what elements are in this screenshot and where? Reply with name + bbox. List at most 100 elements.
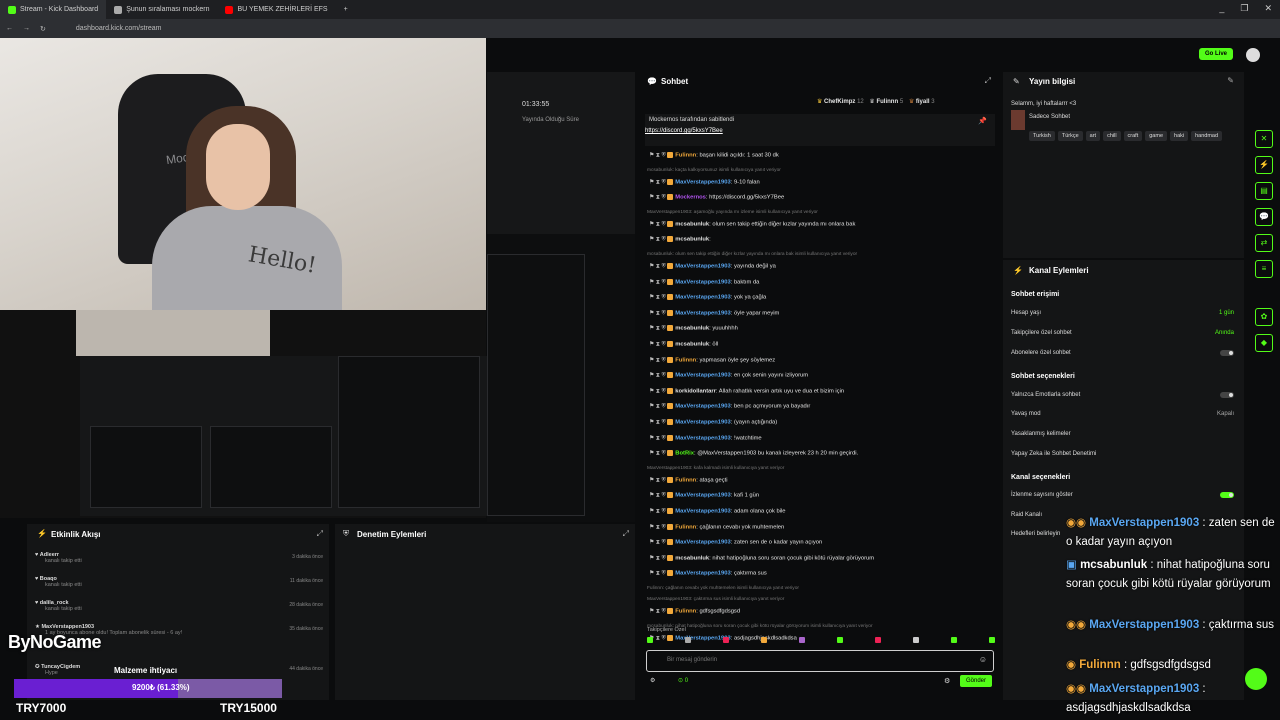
chat-message[interactable]: ⚑ ⧗ ⛨ MaxVerstappen1903: en çok senin ya… <box>649 372 808 380</box>
chat-username[interactable]: mcsabunluk <box>675 237 709 243</box>
chat-username[interactable]: MaxVerstappen1903 <box>675 540 730 546</box>
chat-username[interactable]: Fulinnn <box>675 357 696 363</box>
quick-action-icon[interactable]: ▤ <box>1255 182 1273 200</box>
moderation-icon[interactable]: ⚑ ⧗ ⛨ <box>649 310 667 316</box>
go-live-button[interactable]: Go Live <box>1198 48 1233 60</box>
browser-tab-kick-dashboard[interactable]: Stream - Kick Dashboard <box>0 0 107 19</box>
moderation-icon[interactable]: ⚑ ⧗ ⛨ <box>649 179 667 185</box>
moderation-icon[interactable]: ⚑ ⧗ ⛨ <box>649 509 667 515</box>
chat-username[interactable]: Fulinnn <box>675 477 696 483</box>
forward-icon[interactable]: → <box>23 25 30 32</box>
quick-action-icon[interactable]: ✕ <box>1255 130 1273 148</box>
moderation-icon[interactable]: ⚑ ⧗ ⛨ <box>649 195 667 201</box>
chat-message[interactable]: ⚑ ⧗ ⛨ MaxVerstappen1903: zaten sen de o … <box>649 539 822 547</box>
pinned-message[interactable]: Mockernos tarafından sabitlendi https://… <box>645 114 995 146</box>
reload-icon[interactable]: ↻ <box>40 25 46 33</box>
pin-icon[interactable]: 📌 <box>978 117 987 125</box>
moderation-icon[interactable]: ⚑ ⧗ ⛨ <box>649 555 667 561</box>
close-button[interactable]: ✕ <box>1264 3 1272 14</box>
moderation-icon[interactable]: ⚑ ⧗ ⛨ <box>649 221 667 227</box>
chat-message[interactable]: ⚑ ⧗ ⛨ mcsabunluk: öll <box>649 341 718 349</box>
viewer-count-toggle[interactable] <box>1220 492 1234 498</box>
chat-message[interactable]: ⚑ ⧗ ⛨ mcsabunluk: yuuuhhhh <box>649 325 738 333</box>
chat-username[interactable]: korkidollantarr <box>675 388 716 394</box>
chat-message[interactable]: ⚑ ⧗ ⛨ Fulinnn: çağlanın cevabı yok muhte… <box>649 523 784 532</box>
emote-bar[interactable] <box>647 637 997 649</box>
banned-words-label[interactable]: Yasaklanmış kelimeler <box>1011 431 1071 437</box>
moderation-icon[interactable]: ⚑ ⧗ ⛨ <box>649 493 667 499</box>
moderation-icon[interactable]: ⚑ ⧗ ⛨ <box>649 373 667 379</box>
chat-message[interactable]: ⚑ ⧗ ⛨ MaxVerstappen1903: adam olana çok … <box>649 508 786 516</box>
gear-icon[interactable]: ⚙ <box>944 677 950 685</box>
chat-message[interactable]: ⚑ ⧗ ⛨ MaxVerstappen1903: kafi 1 gün <box>649 492 759 500</box>
quick-action-icon[interactable]: ≡ <box>1255 260 1273 278</box>
popout-icon[interactable]: ⤢ <box>623 529 629 539</box>
chat-username[interactable]: MaxVerstappen1903 <box>675 571 730 577</box>
moderation-icon[interactable]: ⚑ ⧗ ⛨ <box>649 326 667 332</box>
chat-username[interactable]: MaxVerstappen1903 <box>675 420 730 426</box>
chat-username[interactable]: MaxVerstappen1903 <box>675 279 730 285</box>
chat-message[interactable]: ⚑ ⧗ ⛨ korkidollantarr: Allah rahatlık ve… <box>649 387 844 396</box>
avatar[interactable] <box>1246 48 1260 62</box>
quick-action-icon[interactable]: ⚡ <box>1255 156 1273 174</box>
chat-message[interactable]: ⚑ ⧗ ⛨ MaxVerstappen1903: 9-10 falan <box>649 178 760 187</box>
chat-username[interactable]: mcsabunluk <box>675 221 709 227</box>
chat-message[interactable]: ⚑ ⧗ ⛨ Fulinnn: yapmasan öyle şey söyleme… <box>649 356 775 365</box>
url-text[interactable]: dashboard.kick.com/stream <box>76 25 162 32</box>
new-tab-button[interactable]: + <box>336 0 356 19</box>
chat-message[interactable]: ⚑ ⧗ ⛨ mcsabunluk: olum sen takip ettiğin… <box>649 220 855 229</box>
moderation-icon[interactable]: ⚑ ⧗ ⛨ <box>649 420 667 426</box>
moderation-icon[interactable]: ⚑ ⧗ ⛨ <box>649 153 667 159</box>
chat-message[interactable]: ⚑ ⧗ ⛨ Mockernos: https://discord.gg/5kxs… <box>649 194 784 202</box>
chat-message[interactable]: ⚑ ⧗ ⛨ Fulinnn: ataşa geçti <box>649 476 728 485</box>
chat-message[interactable]: ⚑ ⧗ ⛨ mcsabunluk: nihat hatipoğluna soru… <box>649 554 874 563</box>
quick-action-icon[interactable]: 💬 <box>1255 208 1273 226</box>
chat-message[interactable]: ⚑ ⧗ ⛨ MaxVerstappen1903: çaktırma sus <box>649 570 767 578</box>
chat-username[interactable]: Fulinnn <box>675 524 696 530</box>
chat-username[interactable]: MaxVerstappen1903 <box>675 310 730 316</box>
refresh-icon[interactable] <box>1245 668 1267 690</box>
chat-message[interactable]: ⚑ ⧗ ⛨ MaxVerstappen1903: ben pc açmıyoru… <box>649 403 810 411</box>
chat-username[interactable]: mcsabunluk <box>675 326 709 332</box>
chat-message[interactable]: ⚑ ⧗ ⛨ MaxVerstappen1903: yayında değil y… <box>649 263 776 271</box>
chat-username[interactable]: Mockernos <box>675 195 706 201</box>
moderation-icon[interactable]: ⚑ ⧗ ⛨ <box>649 524 667 530</box>
quick-action-icon[interactable]: ◆ <box>1255 334 1273 352</box>
chat-message[interactable]: ⚑ ⧗ ⛨ MaxVerstappen1903: yok ya çağla <box>649 294 766 302</box>
moderation-icon[interactable]: ⚑ ⧗ ⛨ <box>649 435 667 441</box>
settings-icon[interactable]: ⚙ <box>650 677 655 684</box>
chat-username[interactable]: MaxVerstappen1903 <box>675 179 730 185</box>
moderation-icon[interactable]: ⚑ ⧗ ⛨ <box>649 540 667 546</box>
moderation-icon[interactable]: ⚑ ⧗ ⛨ <box>649 279 667 285</box>
followers-only-label[interactable]: Takipçilere özel sohbet <box>1011 330 1072 336</box>
chat-username[interactable]: Fulinnn <box>675 609 696 615</box>
chat-username[interactable]: mcsabunluk <box>675 342 709 348</box>
moderation-icon[interactable]: ⚑ ⧗ ⛨ <box>649 388 667 394</box>
moderation-icon[interactable]: ⚑ ⧗ ⛨ <box>649 451 667 457</box>
emotes-only-toggle[interactable] <box>1220 392 1234 398</box>
chat-message[interactable]: ⚑ ⧗ ⛨ Fulinnn: gdfsgsdfgdsgsd <box>649 608 740 616</box>
raid-label[interactable]: Raid Kanalı <box>1011 512 1042 518</box>
chat-username[interactable]: MaxVerstappen1903 <box>675 373 730 379</box>
slow-mode-label[interactable]: Yavaş mod <box>1011 411 1041 417</box>
chat-username[interactable]: mcsabunluk <box>675 555 709 561</box>
send-button[interactable]: Gönder <box>960 675 993 687</box>
browser-tab-2[interactable]: Şunun sıralaması mockern <box>106 0 217 19</box>
account-age-value[interactable]: 1 gün <box>1219 310 1234 316</box>
chat-message[interactable]: ⚑ ⧗ ⛨ Fulinnn: başarı kilidi açıldı: 1 s… <box>649 152 779 160</box>
moderation-icon[interactable]: ⚑ ⧗ ⛨ <box>649 295 667 301</box>
moderation-icon[interactable]: ⚑ ⧗ ⛨ <box>649 571 667 577</box>
popout-icon[interactable]: ⤢ <box>317 529 323 539</box>
chat-message[interactable]: ⚑ ⧗ ⛨ mcsabunluk: <box>649 236 711 244</box>
moderation-icon[interactable]: ⚑ ⧗ ⛨ <box>649 477 667 483</box>
slow-mode-value[interactable]: Kapalı <box>1217 411 1234 417</box>
chat-username[interactable]: MaxVerstappen1903 <box>675 435 730 441</box>
chat-username[interactable]: Fulinnn <box>675 153 696 159</box>
chat-message[interactable]: ⚑ ⧗ ⛨ MaxVerstappen1903: !watchtime <box>649 434 762 443</box>
moderation-icon[interactable]: ⚑ ⧗ ⛨ <box>649 609 667 615</box>
quick-action-icon[interactable]: ⇄ <box>1255 234 1273 252</box>
moderation-icon[interactable]: ⚑ ⧗ ⛨ <box>649 404 667 410</box>
pinned-link[interactable]: https://discord.gg/5kxsY7Bee <box>645 128 723 134</box>
moderation-icon[interactable]: ⚑ ⧗ ⛨ <box>649 237 667 243</box>
chat-message[interactable]: ⚑ ⧗ ⛨ BotRix: @MaxVerstappen1903 bu kana… <box>649 450 858 458</box>
